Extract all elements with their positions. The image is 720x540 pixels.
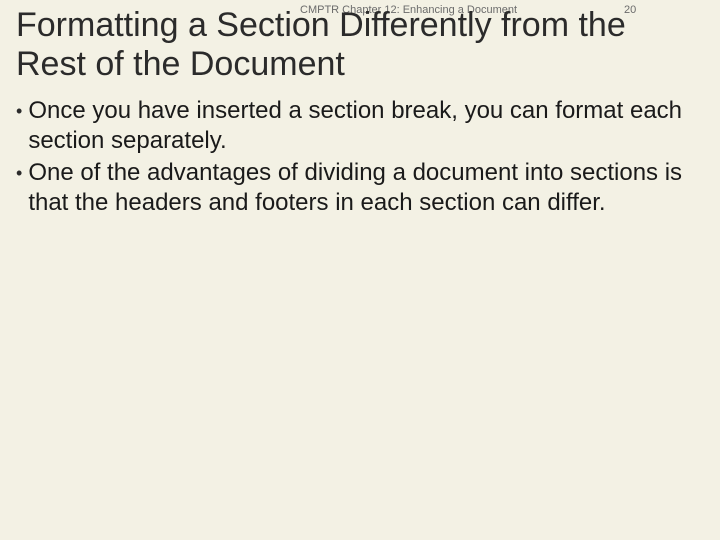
list-item: • One of the advantages of dividing a do… <box>16 158 690 218</box>
bullet-icon: • <box>16 96 28 156</box>
bullet-text: Once you have inserted a section break, … <box>28 96 690 156</box>
list-item: • Once you have inserted a section break… <box>16 96 690 156</box>
bullet-text: One of the advantages of dividing a docu… <box>28 158 690 218</box>
bullet-list: • Once you have inserted a section break… <box>16 96 690 220</box>
bullet-icon: • <box>16 158 28 218</box>
slide-title: Formatting a Section Differently from th… <box>16 6 704 84</box>
